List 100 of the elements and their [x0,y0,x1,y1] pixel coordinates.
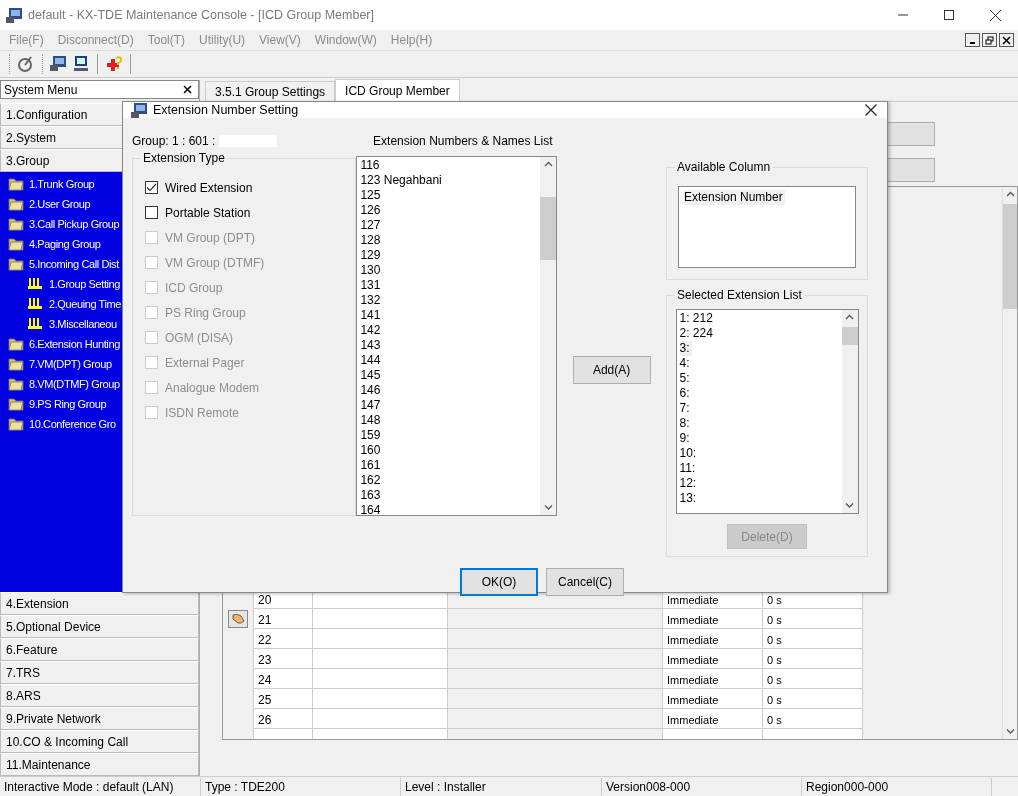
list-item[interactable]: 145 [360,368,383,383]
restore-icon[interactable] [985,35,994,45]
scrollbar[interactable] [1002,187,1017,739]
scroll-thumb[interactable] [841,327,858,345]
table-cell[interactable]: Immediate [663,709,763,729]
table-cell[interactable] [313,689,448,709]
list-item[interactable]: 143 [360,338,383,353]
list-item[interactable]: 123 Negahbani [360,173,444,188]
group-box-title: Available Column [675,160,773,174]
list-item[interactable]: 127 [360,218,383,233]
list-item[interactable]: 144 [360,353,383,368]
menu-section[interactable]: 7.TRS [0,661,199,684]
close-icon[interactable] [183,85,192,94]
table-cell[interactable]: 0 s [763,689,863,709]
table-cell[interactable] [313,609,448,629]
list-item[interactable]: 147 [360,398,383,413]
list-item[interactable]: 8: [679,416,692,431]
list-item[interactable]: 132 [360,293,383,308]
table-cell[interactable]: 0 s [763,669,863,689]
menu-section[interactable]: 6.Feature [0,638,199,661]
scrollbar[interactable] [540,157,557,515]
scroll-up-icon[interactable] [845,314,854,321]
ok-button[interactable]: OK(O) [460,568,538,596]
list-item[interactable]: 146 [360,383,383,398]
menu-section[interactable]: 5.Optional Device [0,615,199,638]
list-item[interactable]: 116 [360,158,382,173]
list-item[interactable]: 129 [360,248,383,263]
list-item[interactable]: 130 [360,263,383,278]
computer-icon[interactable] [72,55,90,73]
list-item[interactable]: 11: [679,461,698,476]
list-item[interactable]: 4: [679,356,692,371]
menu-section[interactable]: 10.CO & Incoming Call [0,730,199,753]
scroll-up-icon[interactable] [1005,191,1015,198]
list-box[interactable]: Extension Number [678,186,856,268]
scroll-up-icon[interactable] [543,161,553,168]
list-item[interactable]: 159 [360,428,383,443]
menu-section[interactable]: 11.Maintenance [0,753,199,776]
list-item[interactable]: 160 [360,443,383,458]
list-item[interactable]: 126 [360,203,383,218]
list-item[interactable]: 3: [679,341,692,356]
menu-section[interactable]: 9.Private Network [0,707,199,730]
close-icon[interactable] [865,104,877,116]
table-cell[interactable]: 0 s [763,709,863,729]
list-item[interactable]: 125 [360,188,383,203]
checkbox-label: OGM (DISA) [165,330,233,345]
checkbox-label: External Pager [165,355,245,370]
table-cell: 25 [253,689,313,709]
list-item[interactable]: 12: [679,476,699,491]
table-cell[interactable]: 0 s [763,609,863,629]
list-item[interactable]: 13: [679,491,699,506]
table-cell[interactable] [313,649,448,669]
list-item[interactable]: 7: [679,401,692,416]
scroll-thumb[interactable] [1003,204,1017,309]
list-item[interactable]: 131 [360,278,383,293]
list-item[interactable]: 163 [360,488,383,503]
help-icon[interactable] [105,55,123,73]
table-cell[interactable] [313,629,448,649]
list-item[interactable]: 1: 212 [679,311,715,326]
close-icon[interactable] [1002,35,1011,45]
list-item[interactable]: 141 [360,308,383,323]
table-cell[interactable] [313,709,448,729]
list-item[interactable]: 6: [679,386,692,401]
table-cell[interactable]: Immediate [663,629,763,649]
scroll-down-icon[interactable] [1005,728,1015,735]
table-cell[interactable]: 0 s [763,629,863,649]
table-cell[interactable]: Immediate [663,669,763,689]
checkbox-label: Portable Station [165,205,251,220]
table-cell[interactable] [313,669,448,689]
checkbox[interactable] [145,181,158,194]
scroll-down-icon[interactable] [845,502,854,509]
table-cell[interactable]: Immediate [663,649,763,669]
table-cell[interactable]: Immediate [663,689,763,709]
window-title: default - KX-TDE Maintenance Console - [ICD Group Member] [28,8,375,22]
list-item[interactable]: 128 [360,233,383,248]
menu-section[interactable]: 4.Extension [0,592,199,615]
list-item[interactable]: 10: [679,446,699,461]
scrollbar[interactable] [841,310,858,513]
list-item[interactable]: 142 [360,323,383,338]
cancel-button[interactable]: Cancel(C) [546,568,624,596]
list-box[interactable]: 1: 212 2: 224 3: 4: 5: 6: 7: 8: 9: 10: 11: 12: 13: [675,309,859,514]
tab[interactable]: 3.5.1 Group Settings [205,81,336,101]
checkbox[interactable] [145,206,158,219]
list-item[interactable]: 148 [360,413,383,428]
list-item[interactable]: 162 [360,473,383,488]
console-icon[interactable] [50,55,68,73]
list-item[interactable]: 9: [679,431,692,446]
add-button[interactable]: Add(A) [572,355,651,384]
scroll-down-icon[interactable] [543,504,553,511]
list-box[interactable]: 116 123 Negahbani 125 126 127 128 129 130 131 132 141 142 143 144 145 146 147 148 159 160 161 162 163 164 [356,156,558,516]
table-cell[interactable]: 0 s [763,649,863,669]
list-item[interactable]: 2: 224 [679,326,715,341]
connect-icon[interactable] [17,55,35,73]
menu-section[interactable]: 8.ARS [0,684,199,707]
tab[interactable]: ICD Group Member [335,79,460,101]
list-item[interactable]: 164 [360,503,383,515]
list-item[interactable]: Extension Number [684,190,785,205]
list-item[interactable]: 161 [360,458,383,473]
scroll-thumb[interactable] [540,197,557,260]
table-cell[interactable]: Immediate [663,609,763,629]
list-item[interactable]: 5: [679,371,692,386]
